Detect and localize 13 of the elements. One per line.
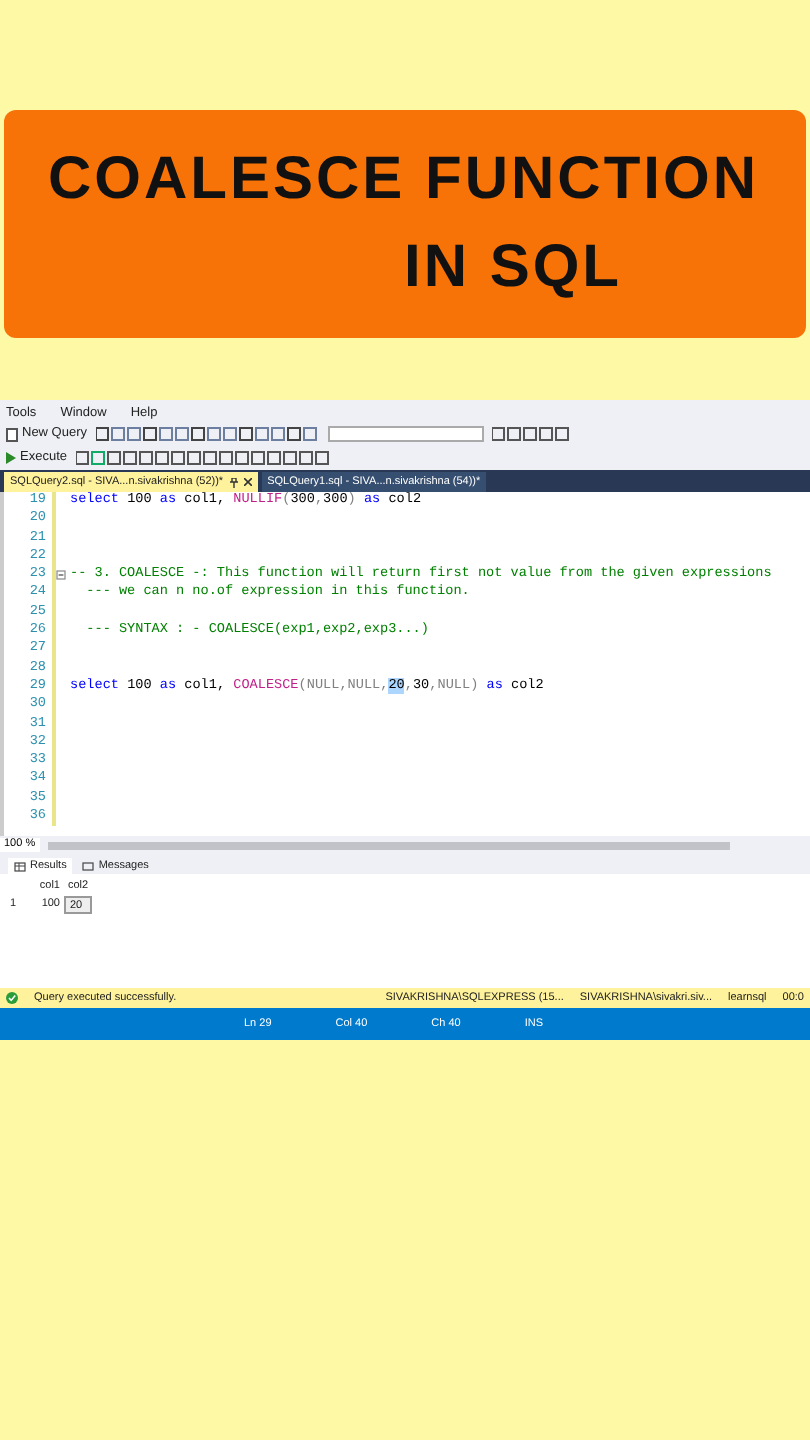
- play-icon: [6, 452, 16, 464]
- banner-title: IN SQL: [404, 232, 623, 304]
- grid-icon: [14, 861, 26, 871]
- pin-icon[interactable]: [229, 477, 238, 487]
- collapse-icon[interactable]: [56, 570, 66, 581]
- database-dropdown[interactable]: [327, 426, 484, 442]
- success-icon: [6, 992, 18, 1004]
- toolbar-icons-drawing: [491, 426, 572, 442]
- close-icon[interactable]: [243, 478, 252, 486]
- banner-title: COALESCE FUNCTION: [48, 144, 759, 216]
- message-icon: [82, 861, 95, 871]
- horizontal-scrollbar[interactable]: [47, 841, 730, 849]
- document-icon: [6, 427, 18, 441]
